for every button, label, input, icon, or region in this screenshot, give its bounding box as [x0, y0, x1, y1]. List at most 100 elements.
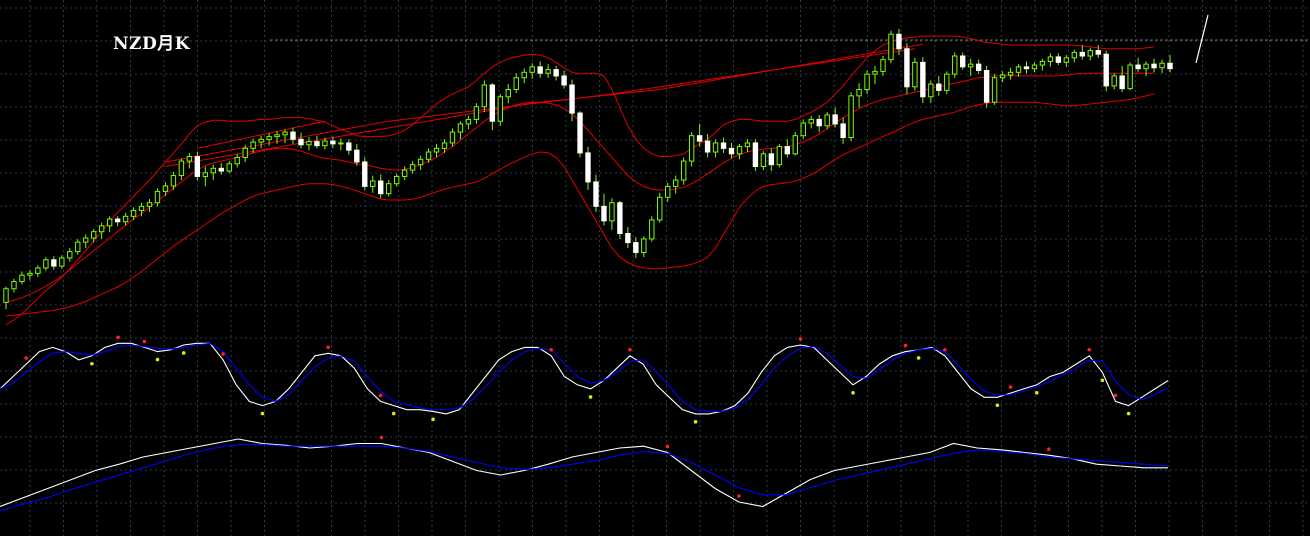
- candle-body: [330, 140, 336, 145]
- candle-body: [75, 241, 81, 253]
- candle-body: [425, 151, 432, 160]
- candle-body: [218, 167, 224, 172]
- candle-body: [1023, 66, 1030, 70]
- candle-body: [569, 84, 575, 114]
- candle-body: [274, 134, 280, 138]
- candle-body: [776, 146, 783, 166]
- candle-body: [393, 175, 400, 185]
- candle-body: [473, 106, 480, 120]
- oscillator-buy-marker: [995, 403, 1000, 408]
- candle-body: [728, 147, 735, 155]
- oscillator-buy-marker: [260, 411, 265, 416]
- candle-body: [944, 73, 950, 91]
- candle-body: [91, 231, 97, 239]
- candle-body: [59, 257, 65, 267]
- candle-body: [816, 118, 822, 127]
- candle-body: [744, 142, 751, 148]
- candle-body: [1063, 57, 1070, 63]
- candle-body: [760, 153, 767, 168]
- candle-body: [768, 153, 775, 166]
- candle-body: [1079, 51, 1085, 57]
- candle-body: [202, 172, 209, 177]
- candle-body: [194, 156, 201, 177]
- candle-body: [1111, 75, 1117, 87]
- candle-body: [138, 205, 145, 211]
- oscillator-buy-marker: [431, 417, 435, 422]
- oscillator-buy-marker: [851, 391, 855, 395]
- candle-body: [401, 169, 408, 177]
- candle-body: [657, 196, 663, 221]
- candle-body: [633, 242, 639, 254]
- candles: [3, 28, 1173, 310]
- candle-body: [1151, 63, 1157, 69]
- candle-body: [27, 272, 33, 276]
- drawing-tool-line[interactable]: [1195, 14, 1209, 64]
- trend-oscillator-sell-marker: [665, 444, 670, 449]
- candle-body: [282, 131, 288, 136]
- candle-body: [1039, 60, 1046, 66]
- trend-oscillator-sell-marker: [737, 494, 741, 498]
- candle-body: [736, 146, 743, 155]
- candle-body: [385, 183, 392, 195]
- candle-body: [577, 112, 583, 154]
- candle-body: [154, 190, 161, 204]
- candle-body: [298, 138, 304, 146]
- oscillator-buy-marker: [1034, 391, 1039, 395]
- candle-body: [673, 179, 679, 187]
- candle-body: [354, 149, 360, 163]
- candle-body: [146, 202, 153, 207]
- candle-body: [234, 156, 240, 165]
- oscillator-sell-marker: [1008, 385, 1013, 389]
- candle-body: [688, 135, 695, 162]
- candle-body: [1159, 62, 1165, 69]
- oscillator-buy-marker: [1100, 378, 1105, 383]
- oscillator-sell-marker: [221, 352, 225, 356]
- candle-body: [1119, 75, 1125, 90]
- candle-body: [370, 180, 376, 187]
- candle-body: [449, 131, 456, 144]
- candle-body: [680, 160, 687, 181]
- candle-body: [712, 142, 719, 153]
- candle-body: [967, 63, 974, 68]
- oscillator-sell-marker: [1113, 393, 1118, 398]
- candle-body: [433, 147, 440, 153]
- candle-body: [322, 140, 328, 147]
- candle-body: [617, 202, 623, 235]
- oscillator-buy-marker: [588, 395, 593, 399]
- candle-body: [856, 89, 862, 97]
- candle-body: [625, 233, 631, 244]
- oscillator-sell-marker: [628, 347, 632, 352]
- candle-body: [83, 237, 89, 243]
- middle-band-line: [5, 72, 1155, 303]
- candle-body: [561, 75, 567, 86]
- candle-body: [35, 267, 41, 274]
- trend-oscillator-line-fast: [0, 438, 1168, 508]
- candle-body: [1055, 56, 1062, 63]
- candle-body: [784, 146, 791, 155]
- chart-canvas: [0, 0, 1310, 536]
- candle-body: [1007, 71, 1014, 76]
- oscillator-sell-marker: [903, 343, 908, 348]
- candle-body: [1103, 53, 1109, 87]
- candle-body: [975, 63, 982, 71]
- candle-body: [537, 66, 543, 74]
- oscillator-buy-marker: [916, 356, 921, 360]
- candle-body: [840, 123, 846, 139]
- candle-body: [991, 77, 998, 103]
- candle-body: [210, 167, 216, 174]
- candle-body: [928, 83, 934, 98]
- candle-body: [162, 185, 169, 192]
- chart-title: NZD月K: [113, 34, 190, 54]
- candle-body: [952, 55, 958, 75]
- candle-body: [1135, 64, 1141, 70]
- oscillator-sell-marker: [142, 339, 147, 344]
- trend-oscillator-sell-marker: [1047, 447, 1051, 452]
- oscillator-panel: [0, 335, 1169, 424]
- trend-oscillator-panel: [0, 435, 1169, 512]
- candle-body: [792, 135, 798, 155]
- candle-body: [51, 259, 57, 267]
- oscillator-line-slow: [0, 342, 1169, 412]
- candle-body: [1143, 63, 1149, 70]
- candle-body: [585, 152, 591, 183]
- candle-body: [800, 122, 806, 137]
